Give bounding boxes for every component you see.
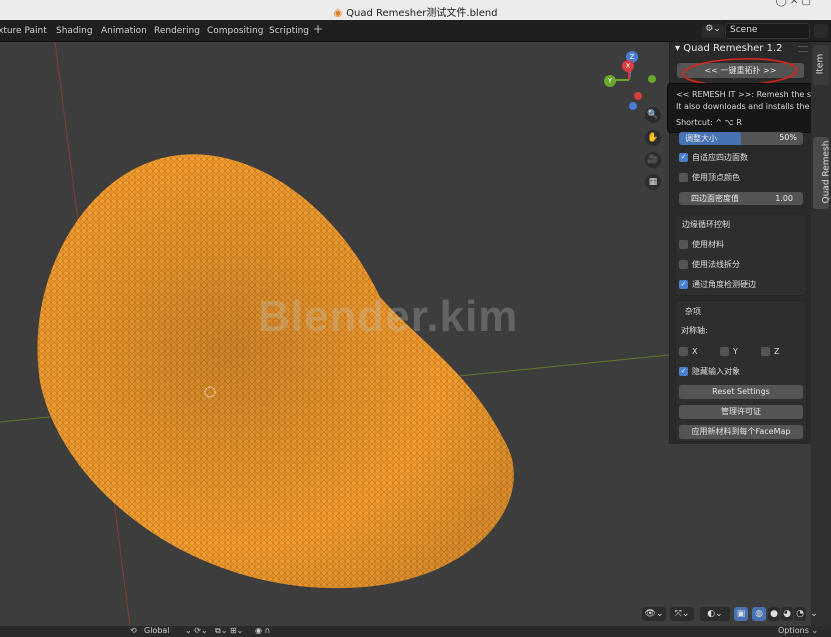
perspective-grid-icon[interactable]: ▦ [645, 174, 661, 190]
detect-hard-edges-checkbox[interactable]: ✓ 通过角度检测硬边 [679, 279, 756, 291]
camera-icon[interactable]: 🎥 [645, 152, 661, 168]
overlay-icon[interactable]: ◐⌄ [700, 607, 730, 621]
adapt-size-label: 调整大小 [685, 134, 717, 143]
checkbox-checked-icon[interactable]: ✓ [679, 280, 688, 289]
visibility-icon[interactable]: 👁⌄ [642, 607, 666, 621]
edge-loops-title: 边缘循环控制 [682, 220, 730, 229]
scene-icon[interactable]: ⚙⌄ [702, 24, 724, 38]
scene-name[interactable]: Scene [725, 23, 810, 39]
gizmo-toggle-icon[interactable]: ⤧⌄ [670, 607, 694, 621]
use-vertex-color-label: 使用顶点颜色 [692, 173, 740, 182]
hide-input-checkbox[interactable]: ✓ 隐藏输入对象 [679, 366, 740, 378]
tab-rendering[interactable]: Rendering [148, 24, 206, 40]
checkbox-unchecked-icon[interactable] [761, 347, 770, 356]
material-shading-icon[interactable]: ◕ [781, 607, 793, 621]
checkbox-unchecked-icon[interactable] [720, 347, 729, 356]
use-normals-split-checkbox[interactable]: 使用法线拆分 [679, 259, 740, 271]
add-workspace-button[interactable]: + [313, 22, 323, 36]
checkbox-unchecked-icon[interactable] [679, 173, 688, 182]
tab-animation[interactable]: Animation [95, 24, 153, 40]
new-scene-button[interactable] [814, 24, 828, 38]
adaptive-quad-count-label: 自适应四边面数 [692, 153, 748, 162]
nav-gizmo[interactable]: Z X Y [600, 50, 660, 110]
tab-quad-remesh-label: Quad Remesh [821, 140, 831, 204]
gizmo-neg-z[interactable] [629, 102, 637, 110]
rendered-shading-icon[interactable]: ◔ [794, 607, 806, 621]
tab-scripting[interactable]: Scripting [263, 24, 315, 40]
workspace-bar: xture Paint Shading Animation Rendering … [0, 20, 831, 42]
tab-compositing[interactable]: Compositing [201, 24, 269, 40]
tab-shading[interactable]: Shading [50, 24, 99, 40]
use-vertex-color-checkbox[interactable]: 使用顶点颜色 [679, 172, 740, 184]
options-dropdown[interactable]: Options ⌄ [778, 626, 818, 635]
transform-orientation[interactable]: Global [144, 626, 170, 635]
tooltip-line-1: << REMESH IT >>: Remesh the selecte [676, 90, 831, 99]
snap-icon[interactable]: ⧉⌄ ⊞⌄ [215, 626, 243, 636]
manage-license-button[interactable]: 管理许可证 [679, 405, 803, 419]
adaptive-quad-count-checkbox[interactable]: ✓ 自适应四边面数 [679, 152, 748, 164]
sym-x-checkbox[interactable]: X [679, 346, 697, 358]
gizmo-neg-y[interactable] [648, 75, 656, 83]
tooltip-shortcut: Shortcut: ^ ⌥ R [676, 118, 742, 127]
detect-hard-edges-label: 通过角度检测硬边 [692, 280, 756, 289]
wireframe-shading-icon[interactable]: ◍ [752, 607, 766, 621]
gizmo-y-axis[interactable]: Y [604, 75, 616, 87]
sidebar-tabs: Item Quad Remesh [811, 42, 831, 626]
solid-shading-icon[interactable]: ● [768, 607, 780, 621]
zoom-icon[interactable]: 🔍 [645, 107, 661, 123]
sym-x-label: X [692, 347, 698, 356]
use-normals-split-label: 使用法线拆分 [692, 260, 740, 269]
adapt-size-value: 50% [779, 133, 797, 142]
tab-texture-paint[interactable]: xture Paint [0, 24, 53, 40]
remesh-button[interactable]: << 一键重拓扑 >> [677, 63, 804, 78]
sym-z-checkbox[interactable]: Z [761, 346, 779, 358]
window-title: ◉ Quad Remesher测试文件.blend [333, 8, 498, 19]
xray-icon[interactable]: ▣ [734, 607, 748, 621]
remesh-tooltip: << REMESH IT >>: Remesh the selecte It a… [667, 83, 831, 133]
quad-density-value: 1.00 [775, 194, 793, 203]
use-materials-checkbox[interactable]: 使用材料 [679, 239, 724, 251]
sym-z-label: Z [774, 347, 780, 356]
tab-quad-remesh[interactable]: Quad Remesh [813, 137, 831, 209]
window-titlebar: ◉ Quad Remesher测试文件.blend ◯ ✕ ▢ [0, 0, 831, 20]
proportional-edit-icon[interactable]: ◉ ∩ [255, 626, 270, 635]
quad-density-label: 四边面密度值 [691, 194, 739, 203]
transform-orientation-icon[interactable]: ⟲ [130, 626, 137, 635]
adapt-size-slider[interactable]: 调整大小 50% [679, 132, 803, 145]
tooltip-line-2: It also downloads and installs the Remes [676, 102, 831, 111]
sym-y-label: Y [733, 347, 738, 356]
pivot-icon[interactable]: ⌄ ⟳⌄ [185, 626, 208, 635]
checkbox-checked-icon[interactable]: ✓ [679, 153, 688, 162]
window-controls[interactable]: ◯ ✕ ▢ [776, 0, 811, 7]
shading-dropdown-icon[interactable]: ⌄ [808, 607, 820, 621]
scene-selector[interactable]: ⚙⌄ Scene [700, 23, 810, 39]
use-materials-label: 使用材料 [692, 240, 724, 249]
viewport-footer: ⟲ Global ⌄ ⟳⌄ ⧉⌄ ⊞⌄ ◉ ∩ Options ⌄ [0, 626, 831, 637]
watermark: Blender.kim [258, 292, 519, 341]
checkbox-checked-icon[interactable]: ✓ [679, 367, 688, 376]
quad-density-field[interactable]: 四边面密度值 1.00 [679, 192, 803, 205]
object-shading [37, 154, 514, 589]
sym-y-checkbox[interactable]: Y [720, 346, 738, 358]
pan-hand-icon[interactable]: ✋ [645, 130, 661, 146]
blend-file-icon: ◉ [333, 8, 343, 19]
misc-title: 杂项 [685, 307, 701, 316]
reset-settings-button[interactable]: Reset Settings [679, 385, 803, 399]
panel-drag-handle-icon[interactable] [798, 46, 808, 52]
gizmo-x-axis[interactable]: X [622, 60, 634, 72]
checkbox-unchecked-icon[interactable] [679, 260, 688, 269]
tab-item[interactable]: Item [813, 45, 829, 85]
symmetry-label: 对称轴: [681, 326, 708, 335]
hide-input-label: 隐藏输入对象 [692, 367, 740, 376]
gizmo-neg-x[interactable] [634, 92, 642, 100]
tab-item-label: Item [815, 53, 826, 75]
checkbox-unchecked-icon[interactable] [679, 347, 688, 356]
checkbox-unchecked-icon[interactable] [679, 240, 688, 249]
apply-material-facemap-button[interactable]: 应用新材料到每个FaceMap [679, 425, 803, 439]
panel-header[interactable]: ▾ Quad Remesher 1.2 [675, 43, 783, 54]
